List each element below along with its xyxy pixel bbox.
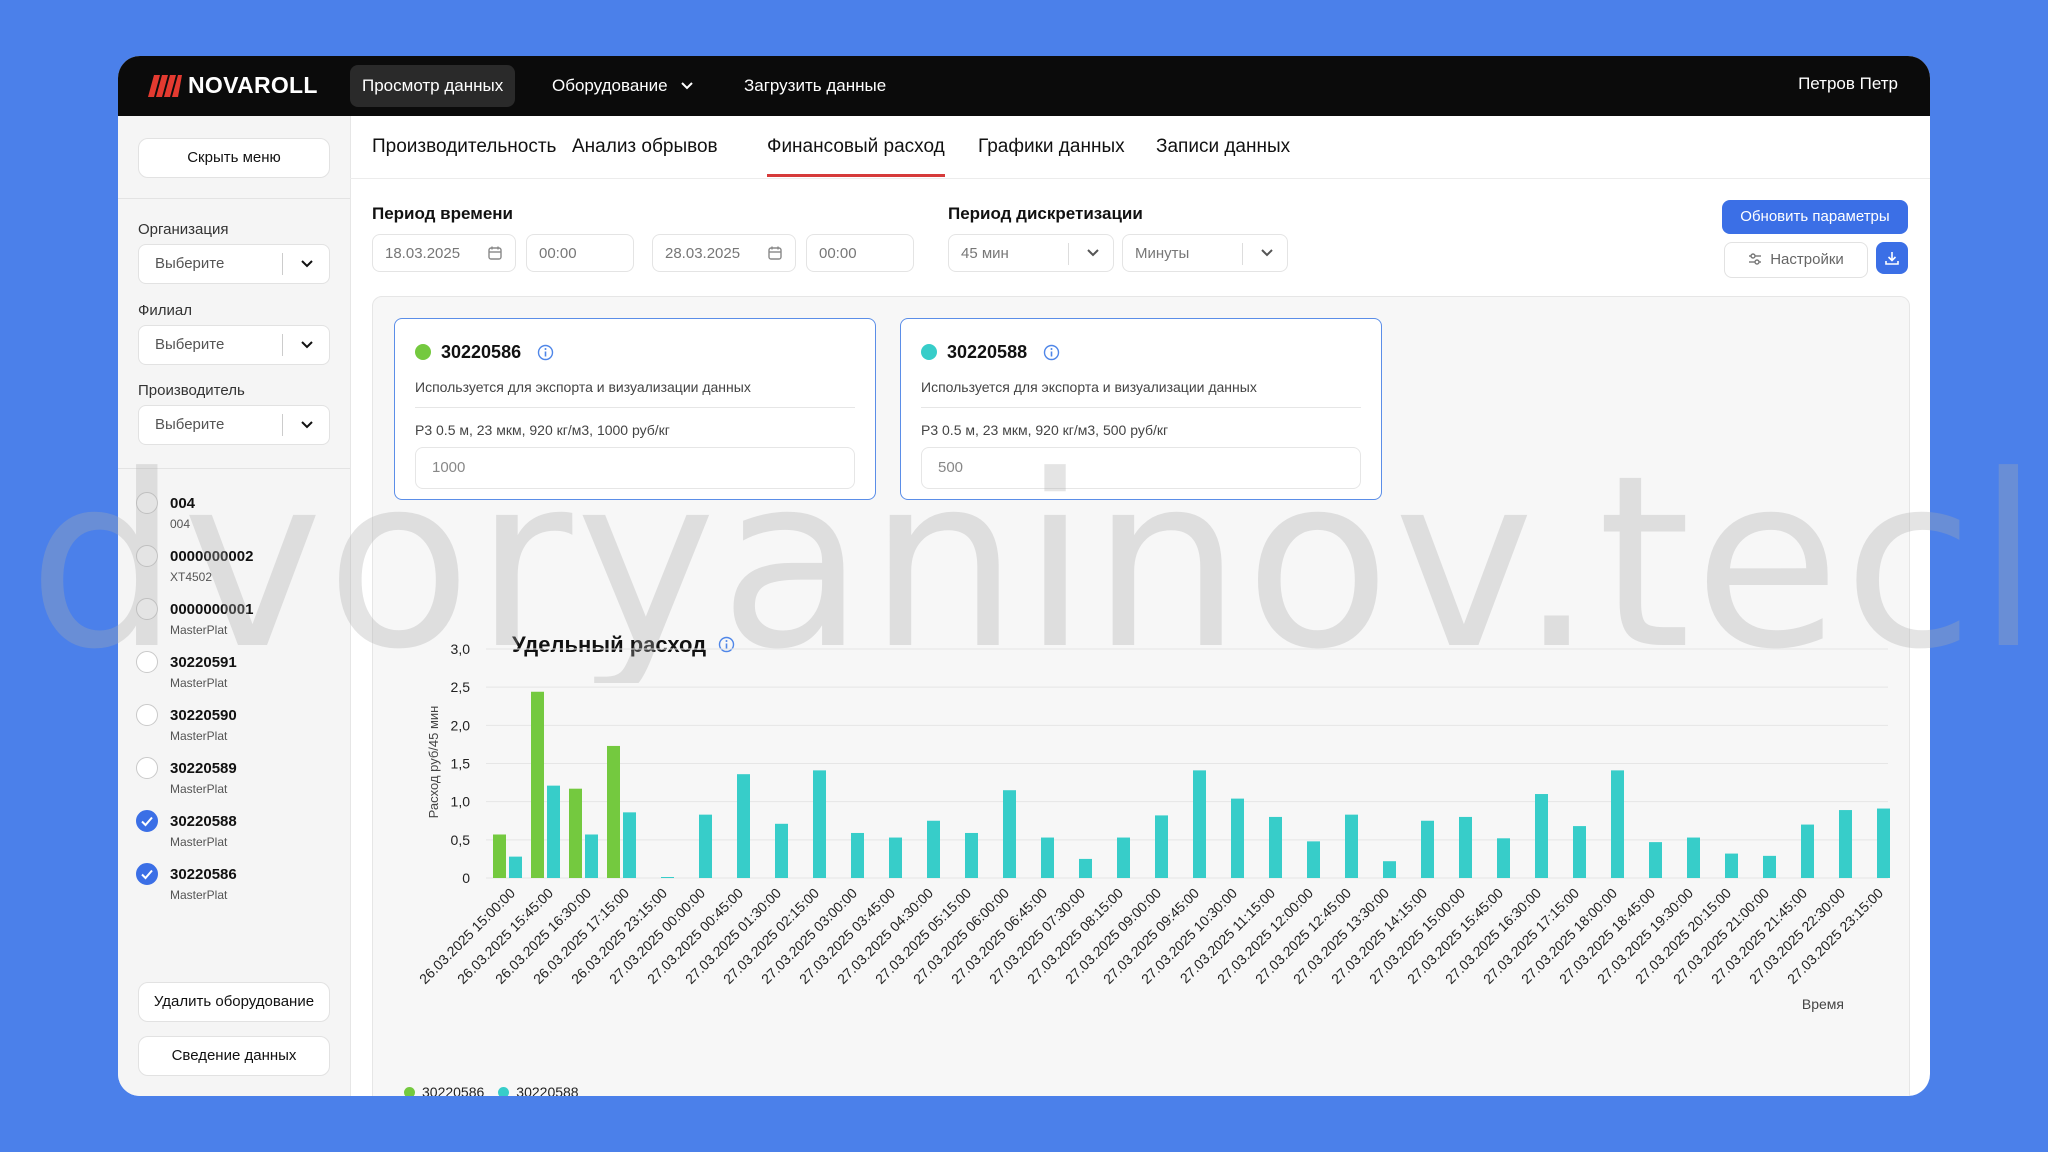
legend-dot <box>498 1086 510 1096</box>
bar-30220588 <box>775 823 788 878</box>
bar-30220588 <box>1193 770 1206 878</box>
bar-30220588 <box>889 837 902 878</box>
bar-30220588 <box>1497 838 1510 878</box>
bar-30220588 <box>1877 808 1890 878</box>
bar-30220588 <box>623 812 636 878</box>
bar-30220588 <box>1535 794 1548 878</box>
bar-30220588 <box>1459 816 1472 878</box>
specific-consumption-chart: 0 0,5 1,0 1,5 2,0 2,5 3,0 Расход руб/45 мин Врем… <box>416 641 1890 1012</box>
legend-item-30220586[interactable]: 30220586 <box>422 1084 484 1096</box>
bar-30220588 <box>1839 810 1852 878</box>
y-tick-label: 0 <box>462 870 470 886</box>
bar-30220586 <box>531 691 544 878</box>
bar-30220588 <box>1725 853 1738 878</box>
bar-30220586 <box>569 788 582 878</box>
bar-30220588 <box>851 832 864 878</box>
bar-30220588 <box>813 770 826 878</box>
y-tick-label: 0,5 <box>451 832 471 848</box>
bar-30220588 <box>1573 826 1586 878</box>
bar-30220586 <box>607 745 620 878</box>
y-tick-label: 1,5 <box>451 756 471 772</box>
chart-legend: 30220586 30220588 <box>404 1084 579 1096</box>
bar-30220588 <box>737 774 750 878</box>
y-tick-label: 1,0 <box>451 794 471 810</box>
bar-30220588 <box>1345 814 1358 878</box>
bar-30220588 <box>1687 837 1700 878</box>
bar-30220588 <box>1383 861 1396 878</box>
bar-30220588 <box>585 834 598 878</box>
bar-30220588 <box>1041 837 1054 878</box>
bar-30220586 <box>493 834 506 878</box>
bar-30220588 <box>965 832 978 878</box>
bar-30220588 <box>547 785 560 878</box>
x-axis-label: Время <box>1802 996 1844 1012</box>
bar-30220588 <box>1421 820 1434 878</box>
y-tick-label: 2,5 <box>451 679 471 695</box>
bar-30220588 <box>1763 855 1776 878</box>
bar-30220588 <box>1155 815 1168 878</box>
y-tick-label: 3,0 <box>451 641 471 657</box>
legend-dot <box>404 1086 415 1096</box>
y-axis-label: Расход руб/45 мин <box>426 706 441 819</box>
bar-30220588 <box>1117 837 1130 878</box>
bar-30220588 <box>1079 858 1092 878</box>
bar-30220588 <box>1649 842 1662 878</box>
bar-30220588 <box>699 814 712 878</box>
bar-30220588 <box>1611 770 1624 878</box>
app-window: NOVAROLL Просмотр данных Оборудование За… <box>118 56 1930 1096</box>
bar-30220588 <box>1307 841 1320 878</box>
legend-item-30220588[interactable]: 30220588 <box>516 1084 578 1096</box>
bar-30220588 <box>1003 790 1016 878</box>
bar-30220588 <box>1269 816 1282 878</box>
bar-30220588 <box>1801 824 1814 878</box>
bar-30220588 <box>661 877 674 878</box>
bar-30220588 <box>509 856 522 878</box>
y-tick-label: 2,0 <box>451 717 471 733</box>
bar-30220588 <box>927 820 940 878</box>
bar-30220588 <box>1231 798 1244 878</box>
